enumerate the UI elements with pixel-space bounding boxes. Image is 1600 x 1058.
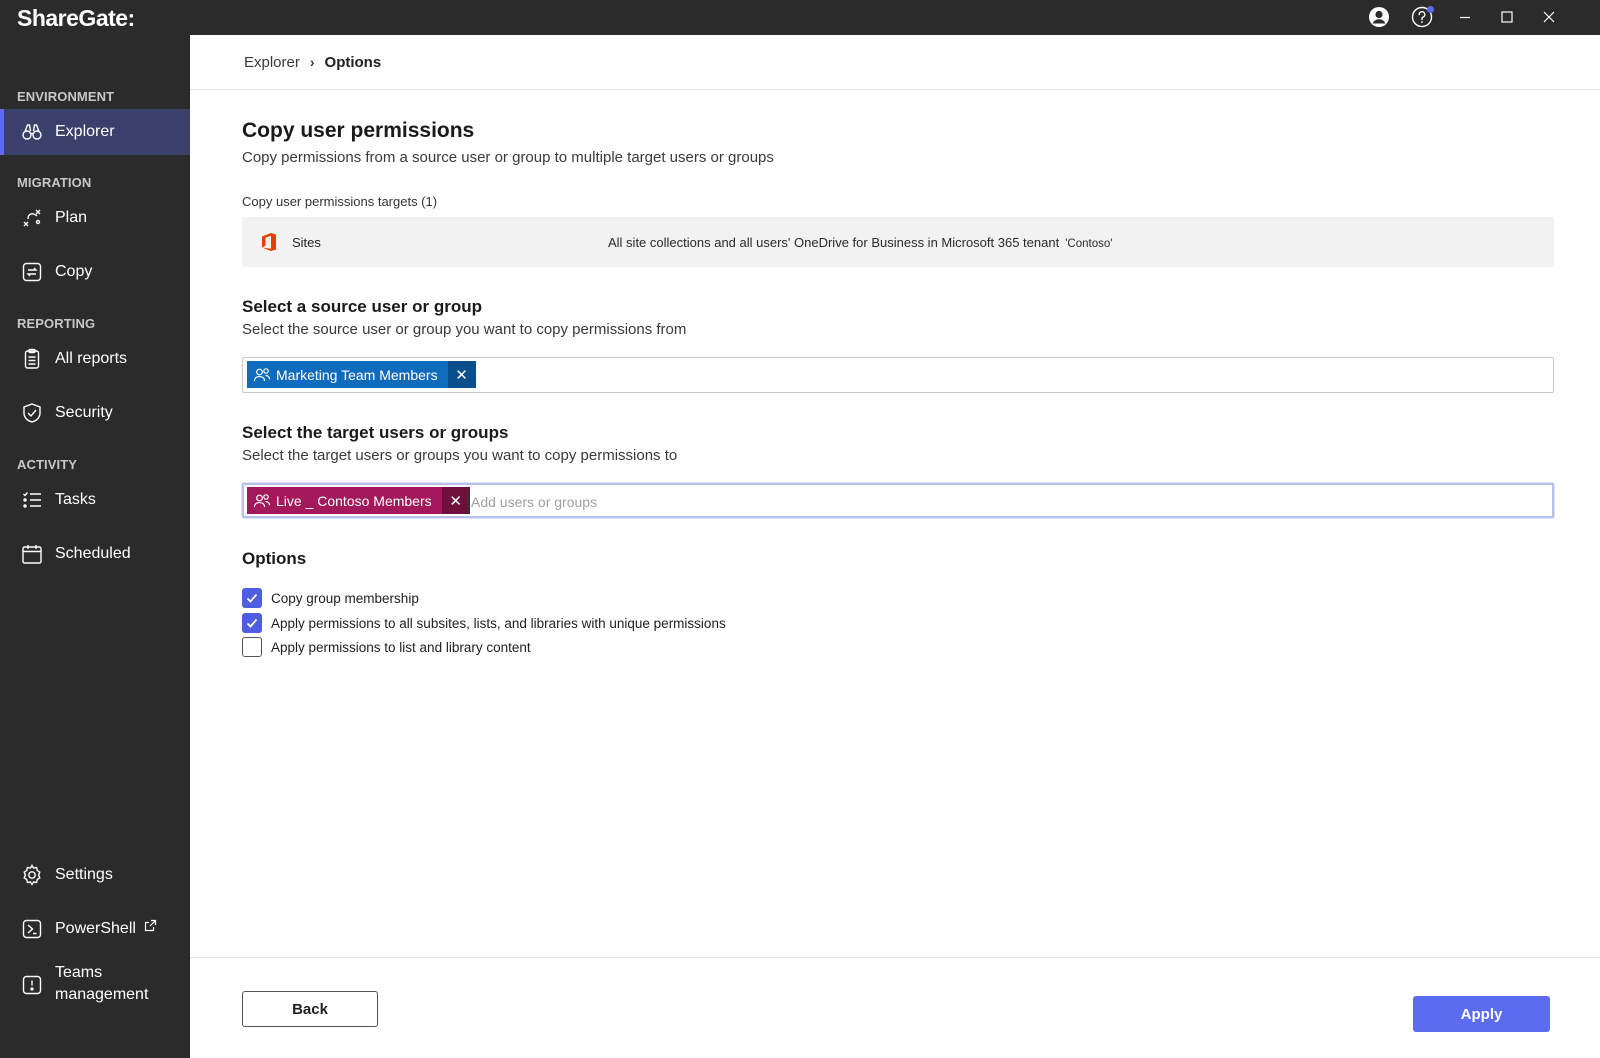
checkbox-unchecked[interactable] bbox=[242, 637, 262, 657]
sidebar-item-label: All reports bbox=[55, 350, 128, 367]
source-section-title: Select a source user or group bbox=[242, 297, 482, 316]
sidebar-item-label: PowerShell bbox=[55, 920, 136, 937]
option-label: Apply permissions to list and library co… bbox=[271, 639, 531, 655]
breadcrumb: Explorer › Options bbox=[244, 54, 381, 71]
shield-icon bbox=[21, 402, 43, 424]
sidebar-item-copy[interactable]: Copy bbox=[0, 249, 190, 295]
group-icon bbox=[253, 366, 271, 384]
options-title: Options bbox=[242, 549, 307, 568]
sidebar-item-label: Settings bbox=[55, 866, 113, 883]
sidebar-item-label: Explorer bbox=[55, 123, 115, 140]
option-copy-group-membership[interactable]: Copy group membership bbox=[242, 588, 419, 608]
divider bbox=[190, 89, 1600, 90]
targets-list-item: Sites All site collections and all users… bbox=[242, 217, 1554, 267]
section-activity: ACTIVITY bbox=[17, 457, 78, 472]
page-subtitle: Copy permissions from a source user or g… bbox=[242, 149, 774, 166]
app-logo: ShareGate: bbox=[17, 5, 135, 31]
breadcrumb-current: Options bbox=[324, 54, 382, 71]
sidebar: ENVIRONMENT Explorer MIGRATION Plan Copy… bbox=[0, 35, 190, 1058]
sidebar-item-label: Security bbox=[55, 404, 113, 421]
chevron-right-icon: › bbox=[309, 54, 315, 70]
target-tenant: 'Contoso' bbox=[1065, 238, 1113, 250]
page-title: Copy user permissions bbox=[242, 119, 475, 142]
sidebar-item-label: Plan bbox=[55, 209, 88, 226]
sidebar-item-explorer[interactable]: Explorer bbox=[0, 109, 190, 155]
target-name: Sites bbox=[292, 235, 321, 250]
teams-icon bbox=[21, 974, 43, 996]
account-icon[interactable] bbox=[1368, 6, 1390, 28]
sidebar-item-all-reports[interactable]: All reports bbox=[0, 336, 190, 382]
back-button[interactable]: Back bbox=[242, 991, 378, 1027]
binoculars-icon bbox=[21, 121, 43, 143]
minimize-icon[interactable] bbox=[1454, 6, 1476, 28]
checkbox-checked[interactable] bbox=[242, 613, 262, 633]
target-chip-label: Live _ Contoso Members bbox=[276, 492, 432, 509]
sidebar-item-scheduled[interactable]: Scheduled bbox=[0, 531, 190, 577]
target-description: All site collections and all users' OneD… bbox=[608, 235, 1112, 250]
powershell-icon bbox=[21, 918, 43, 940]
source-section-subtitle: Select the source user or group you want… bbox=[242, 321, 687, 338]
gear-icon bbox=[21, 864, 43, 886]
divider bbox=[190, 957, 1600, 958]
option-apply-subsites[interactable]: Apply permissions to all subsites, lists… bbox=[242, 613, 726, 633]
option-label: Copy group membership bbox=[271, 590, 419, 606]
source-picker[interactable]: Marketing Team Members ✕ bbox=[242, 357, 1554, 393]
target-description-text: All site collections and all users' OneD… bbox=[608, 235, 1060, 250]
remove-chip-button[interactable]: ✕ bbox=[441, 487, 470, 514]
remove-chip-button[interactable]: ✕ bbox=[447, 361, 476, 388]
section-migration: MIGRATION bbox=[17, 175, 92, 190]
section-environment: ENVIRONMENT bbox=[17, 89, 115, 104]
calendar-icon bbox=[21, 543, 43, 565]
apply-button[interactable]: Apply bbox=[1413, 996, 1550, 1032]
target-picker[interactable]: Live _ Contoso Members ✕ bbox=[242, 483, 1554, 518]
sidebar-item-plan[interactable]: Plan bbox=[0, 195, 190, 241]
source-chip-label: Marketing Team Members bbox=[276, 366, 438, 383]
target-section-subtitle: Select the target users or groups you wa… bbox=[242, 447, 678, 464]
breadcrumb-explorer[interactable]: Explorer bbox=[244, 54, 300, 71]
sidebar-item-settings[interactable]: Settings bbox=[0, 852, 190, 898]
section-reporting: REPORTING bbox=[17, 316, 96, 331]
maximize-icon[interactable] bbox=[1496, 6, 1518, 28]
option-label: Apply permissions to all subsites, lists… bbox=[271, 615, 726, 631]
tasks-icon bbox=[21, 489, 43, 511]
sidebar-item-label: Scheduled bbox=[55, 545, 131, 562]
plan-icon bbox=[21, 207, 43, 229]
sidebar-item-teams-management[interactable]: Teams management bbox=[0, 958, 190, 1012]
sidebar-item-label: Tasks bbox=[55, 491, 96, 508]
source-chip: Marketing Team Members ✕ bbox=[247, 361, 476, 388]
targets-label: Copy user permissions targets (1) bbox=[242, 194, 438, 209]
main-content: Explorer › Options Copy user permissions C… bbox=[190, 35, 1600, 1058]
option-apply-list-content[interactable]: Apply permissions to list and library co… bbox=[242, 637, 531, 657]
help-icon[interactable] bbox=[1411, 6, 1434, 28]
title-bar: ShareGate: bbox=[0, 0, 1600, 35]
close-icon[interactable] bbox=[1538, 6, 1560, 28]
external-link-icon bbox=[144, 919, 157, 932]
sidebar-item-label: Teams management bbox=[55, 964, 149, 1003]
copy-icon bbox=[21, 261, 43, 283]
target-section-title: Select the target users or groups bbox=[242, 423, 509, 442]
notification-dot bbox=[1427, 6, 1434, 13]
sidebar-item-powershell[interactable]: PowerShell bbox=[0, 906, 190, 952]
sidebar-item-security[interactable]: Security bbox=[0, 390, 190, 436]
checkbox-checked[interactable] bbox=[242, 588, 262, 608]
target-chip: Live _ Contoso Members ✕ bbox=[247, 487, 470, 514]
sidebar-item-tasks[interactable]: Tasks bbox=[0, 477, 190, 523]
add-users-input[interactable] bbox=[468, 491, 1468, 513]
office-icon bbox=[258, 231, 280, 253]
group-icon bbox=[253, 492, 271, 510]
sidebar-item-label: Copy bbox=[55, 263, 93, 280]
reports-icon bbox=[21, 348, 43, 370]
